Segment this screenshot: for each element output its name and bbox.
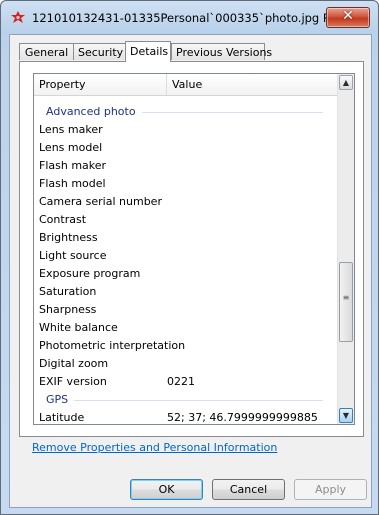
scroll-thumb[interactable]: ≡ <box>339 262 353 342</box>
title-bar[interactable]: 121010132431-01335Personal`000335`photo.… <box>1 1 378 33</box>
property-name: Latitude <box>39 411 85 423</box>
apply-button[interactable]: Apply <box>294 479 367 500</box>
property-name: EXIF version <box>39 375 107 388</box>
property-row[interactable]: Lens maker <box>34 121 337 139</box>
scroll-up-button[interactable]: ▲ <box>339 75 353 90</box>
property-name: Photometric interpretation <box>39 339 186 352</box>
property-name: Flash maker <box>39 159 107 172</box>
property-value: 0221 <box>167 375 195 388</box>
tab-security[interactable]: Security <box>73 43 126 60</box>
property-row[interactable]: Flash model <box>34 175 337 193</box>
tab-details[interactable]: Details <box>125 41 171 62</box>
remove-properties-link[interactable]: Remove Properties and Personal Informati… <box>32 441 277 454</box>
property-name: Flash model <box>39 177 106 190</box>
window-title: 121010132431-01335Personal`000335`photo.… <box>32 11 332 25</box>
property-row[interactable]: Light source <box>34 247 337 265</box>
property-name: Camera serial number <box>39 195 162 208</box>
chevron-up-icon: ▲ <box>342 78 350 87</box>
group-title: GPS <box>46 391 75 409</box>
property-name: Light source <box>39 249 107 262</box>
property-row[interactable]: Digital zoom <box>34 355 337 373</box>
close-icon: ✕ <box>342 8 354 24</box>
cancel-button[interactable]: Cancel <box>212 479 285 500</box>
property-name: Sharpness <box>39 303 97 316</box>
property-row[interactable]: Saturation <box>34 283 337 301</box>
property-value: 52; 37; 46.7999999999885 <box>167 411 318 423</box>
property-row[interactable]: Latitude 52; 37; 46.7999999999885 <box>34 409 337 423</box>
scroll-down-button[interactable]: ▼ <box>339 408 353 423</box>
property-name: Lens maker <box>39 123 103 136</box>
property-row[interactable]: Contrast <box>34 211 337 229</box>
property-row[interactable]: EXIF version 0221 <box>34 373 337 391</box>
group-header[interactable]: Advanced photo <box>34 103 337 121</box>
dialog-client-area: General Security Details Previous Versio… <box>9 34 372 508</box>
property-row[interactable]: Flash maker <box>34 157 337 175</box>
tab-general[interactable]: General <box>19 43 74 60</box>
property-row[interactable]: Photometric interpretation <box>34 337 337 355</box>
list-rows: Advanced photo Lens maker Lens model Flash … <box>34 96 337 423</box>
group-title: Advanced photo <box>46 103 142 121</box>
column-header-value[interactable]: Value <box>167 74 337 95</box>
tab-previous-versions[interactable]: Previous Versions <box>171 43 272 60</box>
photo-file-icon <box>11 11 25 23</box>
property-row[interactable]: Exposure program <box>34 265 337 283</box>
property-row[interactable]: Sharpness <box>34 301 337 319</box>
property-name: Exposure program <box>39 267 141 280</box>
property-name: White balance <box>39 321 118 334</box>
property-row[interactable]: White balance <box>34 319 337 337</box>
details-tab-panel: Property Value Advanced photo Lens maker L… <box>19 61 364 437</box>
property-name: Saturation <box>39 285 97 298</box>
property-name: Brightness <box>39 231 98 244</box>
property-name: Digital zoom <box>39 357 109 370</box>
property-name: Contrast <box>39 213 87 226</box>
properties-window: 121010132431-01335Personal`000335`photo.… <box>0 0 379 515</box>
property-row[interactable]: Camera serial number <box>34 193 337 211</box>
ok-button[interactable]: OK <box>130 479 203 500</box>
property-row[interactable]: Brightness <box>34 229 337 247</box>
property-row[interactable]: Lens model <box>34 139 337 157</box>
column-header-property[interactable]: Property <box>34 74 167 95</box>
chevron-down-icon: ▼ <box>342 411 350 420</box>
group-divider <box>46 400 323 401</box>
grip-icon: ≡ <box>342 293 350 302</box>
properties-list[interactable]: Property Value Advanced photo Lens maker L… <box>33 73 355 425</box>
close-button[interactable]: ✕ <box>326 7 370 28</box>
property-name: Lens model <box>39 141 103 154</box>
list-header: Property Value <box>34 74 337 96</box>
vertical-scrollbar[interactable]: ▲ ≡ ▼ <box>337 74 354 424</box>
group-header[interactable]: GPS <box>34 391 337 409</box>
